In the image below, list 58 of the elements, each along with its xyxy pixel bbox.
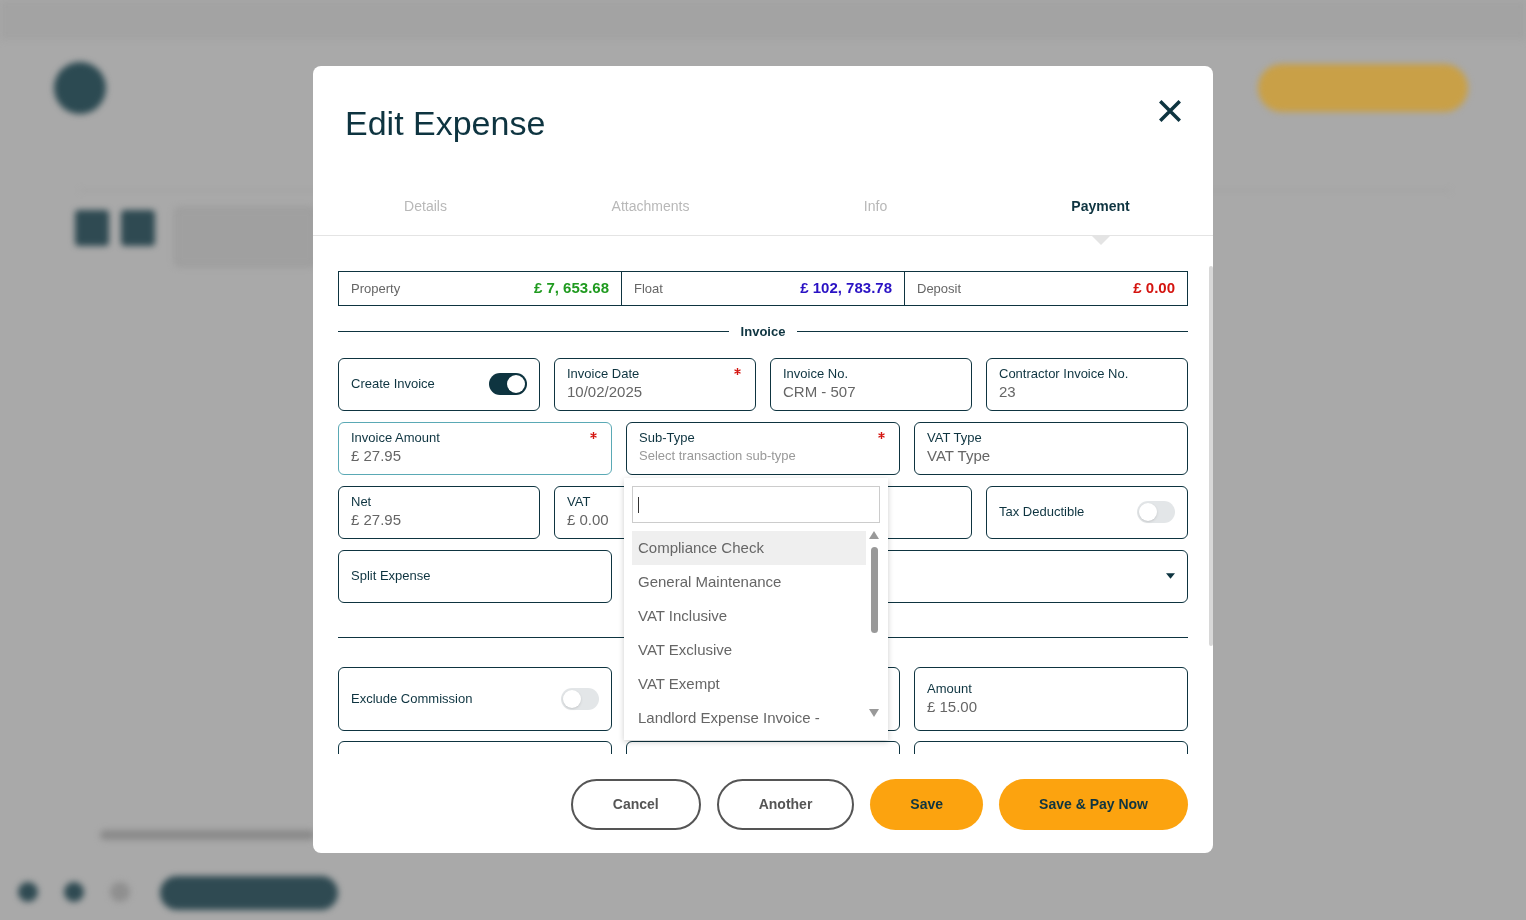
balance-label: Property — [351, 279, 401, 298]
input-field[interactable]: VAT Type VAT Type — [914, 421, 1188, 475]
close-icon[interactable] — [1157, 98, 1183, 124]
dropdown-option[interactable]: VAT Exempt — [632, 667, 866, 701]
field-label: Invoice Amount — [351, 430, 440, 446]
input-field[interactable]: Net £ 27.95 — [338, 485, 540, 539]
primary-button[interactable]: Save — [870, 779, 984, 830]
field-label: VAT Type — [927, 430, 982, 446]
field-value: £ 27.95 — [351, 510, 402, 530]
input-field[interactable]: Sub-Type Select transaction sub-type — [626, 421, 900, 475]
input-field[interactable]: Contractor Invoice No. 23 — [986, 357, 1188, 411]
balance-value: £ 7, 653.68 — [533, 278, 609, 299]
toggle-label: Tax Deductible — [999, 503, 1085, 522]
toggle-switch[interactable] — [1137, 501, 1175, 523]
search-field[interactable] — [632, 486, 880, 523]
field-label: Invoice Date — [567, 366, 640, 382]
field-value: £ 15.00 — [927, 696, 978, 717]
toggle-switch[interactable] — [489, 373, 527, 395]
balance-label: Deposit — [917, 279, 962, 298]
field-label: Amount — [927, 680, 972, 697]
scrollbar[interactable] — [1209, 266, 1213, 646]
field-label: Sub-Type — [639, 430, 695, 446]
section-title: Invoice — [740, 323, 786, 341]
field-label: Invoice No. — [783, 366, 849, 382]
field-value: £ 27.95 — [351, 446, 402, 466]
dropdown-option[interactable]: VAT Exclusive — [632, 633, 866, 667]
input-field[interactable]: Invoice Date 10/02/2025 — [554, 357, 756, 411]
primary-button[interactable]: Save & Pay Now — [999, 779, 1188, 830]
field-value: CRM - 507 — [783, 382, 856, 402]
scroll-down-icon[interactable] — [869, 709, 879, 717]
field-label: Net — [351, 494, 372, 510]
field-placeholder: Select transaction sub-type — [639, 447, 796, 465]
card-label: Split Expense — [351, 567, 431, 586]
outline-button[interactable]: Another — [716, 779, 855, 830]
dialog-title: Edit Expense — [345, 103, 546, 144]
toggle-switch[interactable] — [561, 687, 599, 710]
balance-value: £ 102, 783.78 — [800, 278, 892, 299]
field-value: VAT Type — [927, 446, 991, 466]
tab[interactable]: Payment — [988, 178, 1213, 235]
toggle-label: Create Invoice — [351, 375, 435, 394]
dropdown-option[interactable]: General Maintenance — [632, 565, 866, 599]
outline-button[interactable]: Cancel — [570, 779, 701, 830]
dropdown-option[interactable]: Landlord Expense Invoice - — [632, 701, 866, 735]
field-value: 23 — [999, 382, 1016, 402]
caret-icon — [1166, 573, 1175, 579]
toggle-label: Exclude Commission — [351, 689, 473, 708]
dropdown-option[interactable]: VAT Inclusive — [632, 599, 866, 633]
scroll-up-icon[interactable] — [869, 531, 879, 539]
dropdown-option[interactable]: Compliance Check — [632, 531, 866, 565]
field-label: Contractor Invoice No. — [999, 366, 1129, 382]
input-field[interactable]: Amount £ 15.00 — [914, 666, 1188, 731]
field-value: 10/02/2025 — [567, 382, 643, 402]
field-label: VAT — [567, 494, 591, 510]
input-field[interactable]: Invoice No. CRM - 507 — [770, 357, 972, 411]
balance-label: Float — [634, 279, 663, 298]
balance-value: £ 0.00 — [1133, 278, 1175, 299]
input-field[interactable]: Invoice Amount £ 27.95 — [338, 421, 612, 475]
field-value: £ 0.00 — [567, 510, 609, 530]
